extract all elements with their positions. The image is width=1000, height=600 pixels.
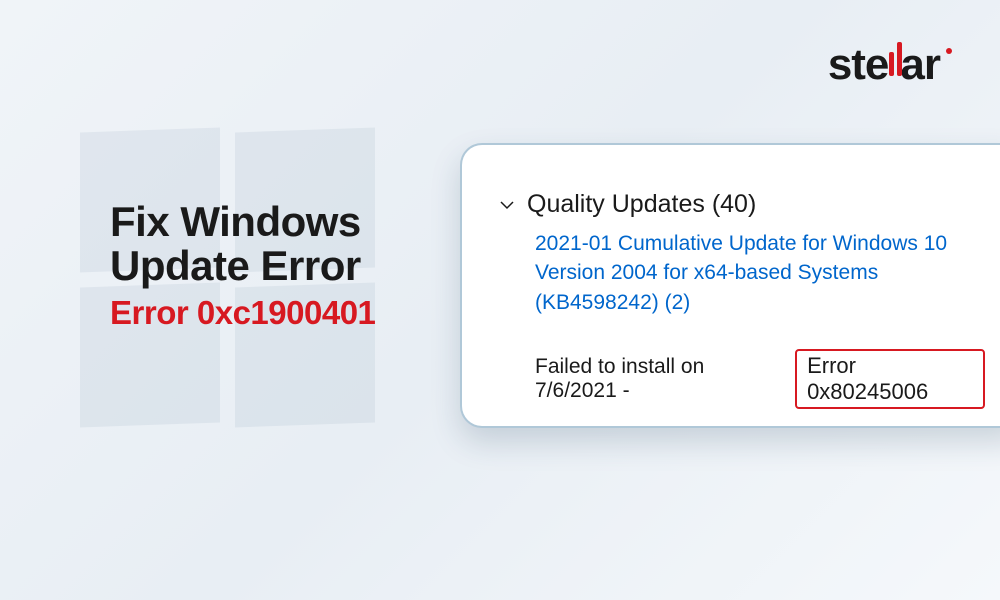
status-text: Failed to install on 7/6/2021 - <box>535 355 789 403</box>
update-link[interactable]: 2021-01 Cumulative Update for Windows 10… <box>535 229 985 317</box>
headline-subtitle: Error 0xc1900401 <box>110 294 375 332</box>
brand-dot-icon <box>946 48 952 54</box>
headline-title: Fix Windows Update Error <box>110 200 375 288</box>
section-header[interactable]: Quality Updates (40) <box>497 190 985 219</box>
brand-text-part1: ste <box>828 40 889 89</box>
error-code-box: Error 0x80245006 <box>795 349 985 409</box>
headline-block: Fix Windows Update Error Error 0xc190040… <box>110 200 375 332</box>
status-row: Failed to install on 7/6/2021 - Error 0x… <box>535 349 985 409</box>
brand-logo: stear <box>828 40 940 90</box>
chevron-down-icon <box>497 195 517 215</box>
brand-text-part2: ar <box>900 40 940 89</box>
section-title: Quality Updates (40) <box>527 190 756 219</box>
update-card: Quality Updates (40) 2021-01 Cumulative … <box>460 143 1000 428</box>
brand-bars-icon <box>886 42 902 92</box>
